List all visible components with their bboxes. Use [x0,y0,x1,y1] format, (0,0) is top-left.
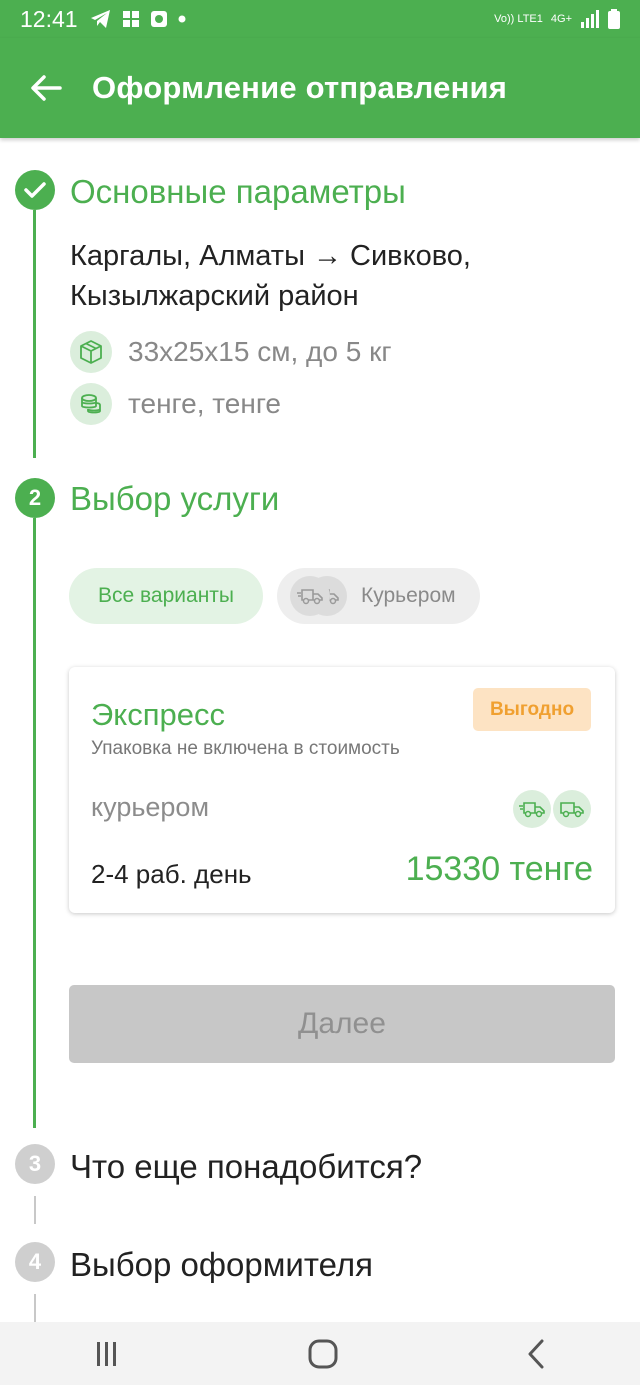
offer-note: Упаковка не включена в стоимость [91,738,400,759]
step-3-number: 3 [28,1151,42,1176]
step-1-connector [33,210,36,458]
step-4-connector [34,1294,36,1322]
apps-icon [122,11,139,27]
next-button[interactable]: Далее [69,985,615,1063]
filter-courier-label: Курьером [361,584,456,607]
step-2-title[interactable]: Выбор услуги [70,480,279,518]
back-nav-icon[interactable] [524,1338,548,1370]
step-4-number: 4 [28,1249,42,1274]
currency-text: тенге, тенге [128,388,281,419]
arrow-left-icon [31,75,62,101]
home-icon[interactable] [307,1338,339,1370]
step-3-connector [34,1196,36,1224]
filter-all-chip[interactable]: Все варианты [69,568,263,624]
battery-icon [608,9,620,29]
app-bar: Оформление отправления [0,38,640,138]
system-nav-bar [0,1322,640,1385]
offer-method: курьером [91,792,210,822]
dot-icon [178,15,186,23]
express-truck-icon [290,576,330,616]
dimensions-row: 33x25x15 см, до 5 кг [70,331,392,373]
step-2-connector [33,518,36,1128]
coins-icon [70,383,112,425]
status-bar: 12:41 Vo)) LTE1 4G+ [0,0,640,38]
step-1-check-marker [15,170,55,210]
step-3-title[interactable]: Что еще понадобится? [70,1148,422,1186]
step-4-marker: 4 [15,1242,55,1282]
offer-days: 2-4 раб. день [91,859,252,889]
offer-badge: Выгодно [473,688,591,731]
camera-icon [150,11,167,27]
route-text: Каргалы, Алматы → Сивково, Кызылжарский … [70,240,471,312]
step-4-title[interactable]: Выбор оформителя [70,1246,373,1284]
signal-icon [581,10,599,28]
step-3-marker: 3 [15,1144,55,1184]
offer-name: Экспресс [91,697,225,732]
offer-price: 15330 тенге [405,850,593,888]
step-1-title[interactable]: Основные параметры [70,173,406,211]
currency-row: тенге, тенге [70,383,281,425]
filter-courier-chip[interactable]: Курьером [277,568,480,624]
filter-all-label: Все варианты [97,584,235,607]
express-truck-icon [513,790,551,828]
check-icon [24,182,46,198]
step-2-number: 2 [28,485,42,510]
step-2-marker: 2 [15,478,55,518]
package-icon [70,331,112,373]
offer-card-express[interactable]: Экспресс Упаковка не включена в стоимост… [69,667,615,913]
page-title: Оформление отправления [92,70,508,105]
recent-apps-icon[interactable] [92,1339,122,1369]
back-button[interactable] [0,38,92,138]
status-time: 12:41 [20,5,78,32]
network-label: Vo)) LTE1 [494,13,543,25]
dimensions-text: 33x25x15 см, до 5 кг [128,336,392,367]
truck-icon [553,790,591,828]
network-type: 4G+ [550,13,572,25]
telegram-icon [90,10,110,28]
